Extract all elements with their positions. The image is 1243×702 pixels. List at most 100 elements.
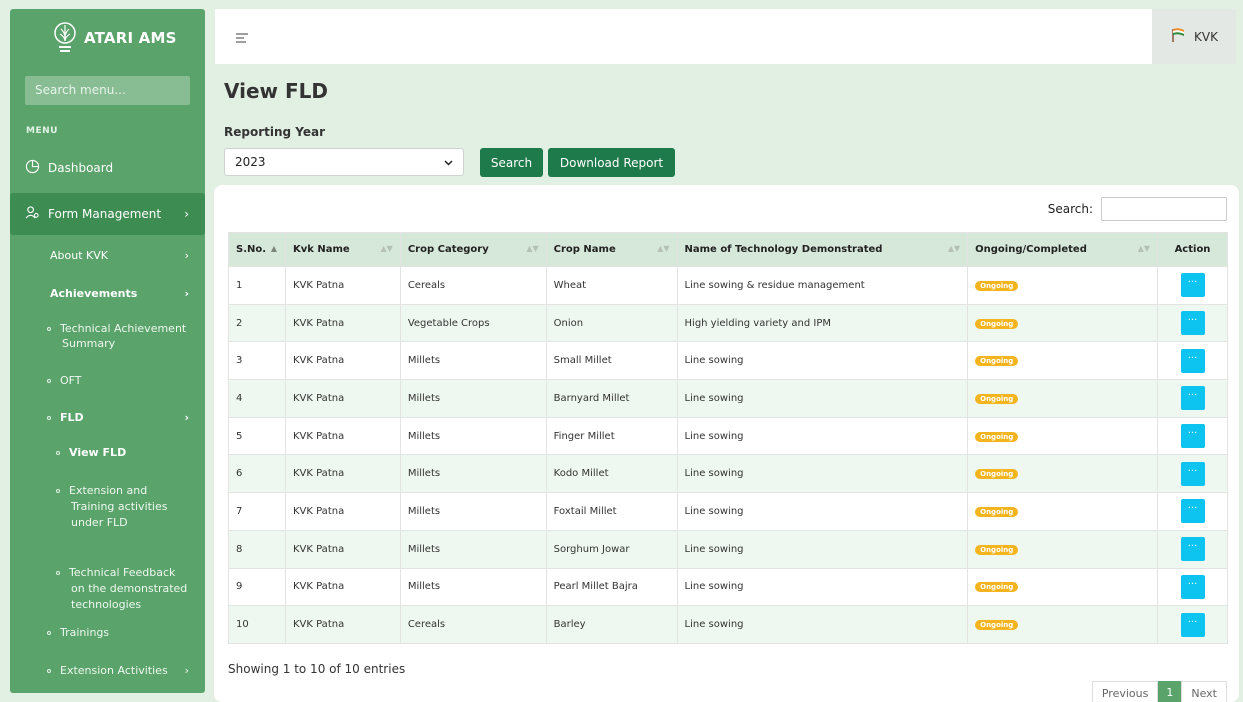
table-cell: Line sowing: [676, 567, 969, 607]
table-cell: 7: [228, 492, 286, 531]
table-search-input[interactable]: [1101, 197, 1227, 221]
table-cell: Kodo Millet: [545, 454, 678, 494]
table-cell: Wheat: [545, 266, 678, 305]
icar-logo-icon: [52, 21, 78, 55]
status-cell: Ongoing: [967, 416, 1158, 456]
table-row: 9 KVK Patna Millets Pearl Millet Bajra Line …: [228, 567, 1228, 607]
sidebar-item-label: OFT: [60, 374, 82, 387]
bullet-icon: [47, 379, 51, 383]
row-action-button[interactable]: ···: [1180, 537, 1205, 562]
table-cell: Millets: [399, 492, 547, 531]
sidebar-item-form-management[interactable]: Form Management ›: [10, 193, 205, 235]
table-cell: Millets: [399, 567, 547, 607]
table-row: 10 KVK Patna Cereals Barley Line sowing Ongoi…: [228, 605, 1228, 644]
sidebar-item-technical-achievement-summary[interactable]: Technical Achievement Summary: [10, 321, 205, 351]
table-row: 2 KVK Patna Vegetable Crops Onion High yield…: [228, 303, 1228, 343]
action-cell: ···: [1157, 266, 1228, 305]
table-cell: Millets: [399, 379, 547, 418]
bullet-icon: [56, 571, 60, 575]
user-label: KVK: [1194, 29, 1218, 44]
status-cell: Ongoing: [967, 605, 1158, 644]
reporting-year-label: Reporting Year: [224, 125, 326, 139]
chevron-right-icon: ›: [184, 207, 189, 221]
table-row: 5 KVK Patna Millets Finger Millet Line sowin…: [228, 416, 1228, 456]
sidebar-item-extension-training-fld[interactable]: Extension and Training activities under …: [10, 483, 205, 531]
table-cell: Barley: [545, 605, 678, 644]
next-page-button[interactable]: Next: [1181, 681, 1227, 702]
users-icon: [25, 205, 40, 223]
download-report-button[interactable]: Download Report: [548, 148, 675, 177]
row-action-button[interactable]: ···: [1180, 273, 1205, 298]
table-row: 6 KVK Patna Millets Kodo Millet Line sowing O…: [228, 454, 1228, 494]
brand[interactable]: ATARI AMS: [10, 9, 205, 67]
row-action-button[interactable]: ···: [1180, 386, 1205, 411]
row-action-button[interactable]: ···: [1180, 499, 1205, 524]
bullet-icon: [47, 669, 51, 673]
sidebar-item-trainings[interactable]: Trainings: [10, 626, 205, 639]
reporting-year-select[interactable]: 2023: [224, 148, 464, 176]
sidebar-item-dashboard[interactable]: Dashboard: [10, 159, 205, 177]
current-page-button[interactable]: 1: [1158, 681, 1182, 702]
search-button[interactable]: Search: [480, 148, 543, 177]
chevron-down-icon: [444, 155, 453, 169]
sidebar-item-label: Technical Feedback: [69, 566, 176, 579]
table-cell: 8: [228, 529, 286, 569]
table-cell: Cereals: [399, 605, 547, 644]
status-cell: Ongoing: [967, 266, 1158, 305]
table-row: 7 KVK Patna Millets Foxtail Millet Line sowi…: [228, 492, 1228, 531]
sidebar: ATARI AMS Search menu... MENU Dashboard …: [10, 9, 205, 693]
sidebar-item-label: Achievements: [50, 287, 138, 300]
row-action-button[interactable]: ···: [1180, 311, 1205, 336]
column-header[interactable]: Kvk Name ▲▼: [284, 232, 401, 267]
sidebar-item-label: Dashboard: [48, 161, 114, 175]
table-cell: Finger Millet: [545, 416, 678, 456]
table-cell: KVK Patna: [284, 454, 401, 494]
sidebar-item-technical-feedback[interactable]: Technical Feedback on the demonstrated t…: [10, 565, 205, 613]
hamburger-menu-icon[interactable]: [235, 29, 249, 48]
table-cell: Line sowing: [676, 454, 969, 494]
column-header[interactable]: Ongoing/Completed ▲▼: [967, 232, 1158, 267]
row-action-button[interactable]: ···: [1180, 461, 1205, 486]
bullet-icon: [47, 327, 51, 331]
table-row: 3 KVK Patna Millets Small Millet Line sowing…: [228, 341, 1228, 381]
sidebar-item-label: Training activities: [71, 500, 168, 513]
table-cell: 4: [228, 379, 286, 418]
action-cell: ···: [1157, 605, 1228, 644]
table-search-label: Search:: [1047, 202, 1093, 216]
user-menu[interactable]: KVK: [1152, 9, 1236, 64]
flag-icon: [1170, 27, 1186, 46]
status-cell: Ongoing: [967, 454, 1158, 494]
table-info: Showing 1 to 10 of 10 entries: [228, 662, 406, 676]
row-action-button[interactable]: ···: [1180, 348, 1205, 373]
status-badge: Ongoing: [975, 620, 1019, 631]
table-cell: Barnyard Millet: [545, 379, 678, 418]
sidebar-item-fld[interactable]: FLD ›: [10, 411, 205, 424]
sidebar-item-label: About KVK: [50, 249, 108, 262]
table-cell: Line sowing: [676, 529, 969, 569]
sidebar-item-about-kvk[interactable]: About KVK ›: [10, 249, 205, 262]
sidebar-item-label: Extension Activities: [60, 664, 168, 677]
sidebar-item-extension-activities[interactable]: Extension Activities ›: [10, 664, 205, 677]
previous-page-button[interactable]: Previous: [1091, 681, 1159, 702]
table-cell: Onion: [545, 303, 678, 343]
column-header[interactable]: Name of Technology Demonstrated ▲▼: [676, 232, 969, 267]
column-header[interactable]: S.No. ▲: [228, 232, 286, 267]
sidebar-item-view-fld[interactable]: View FLD: [10, 446, 205, 459]
table-cell: KVK Patna: [284, 605, 401, 644]
table-cell: KVK Patna: [284, 379, 401, 418]
table-cell: Millets: [399, 416, 547, 456]
row-action-button[interactable]: ···: [1180, 424, 1205, 449]
search-menu-input[interactable]: Search menu...: [25, 76, 190, 105]
row-action-button[interactable]: ···: [1180, 574, 1205, 599]
status-cell: Ongoing: [967, 379, 1158, 418]
table-cell: 3: [228, 341, 286, 381]
action-cell: ···: [1157, 303, 1228, 343]
column-header[interactable]: Crop Name ▲▼: [545, 232, 678, 267]
sidebar-item-label: Form Management: [48, 207, 162, 221]
sidebar-item-achievements[interactable]: Achievements ›: [10, 287, 205, 300]
sidebar-item-oft[interactable]: OFT: [10, 374, 205, 387]
column-header: Action: [1157, 232, 1228, 267]
status-cell: Ongoing: [967, 529, 1158, 569]
row-action-button[interactable]: ···: [1180, 612, 1205, 637]
column-header[interactable]: Crop Category ▲▼: [399, 232, 547, 267]
